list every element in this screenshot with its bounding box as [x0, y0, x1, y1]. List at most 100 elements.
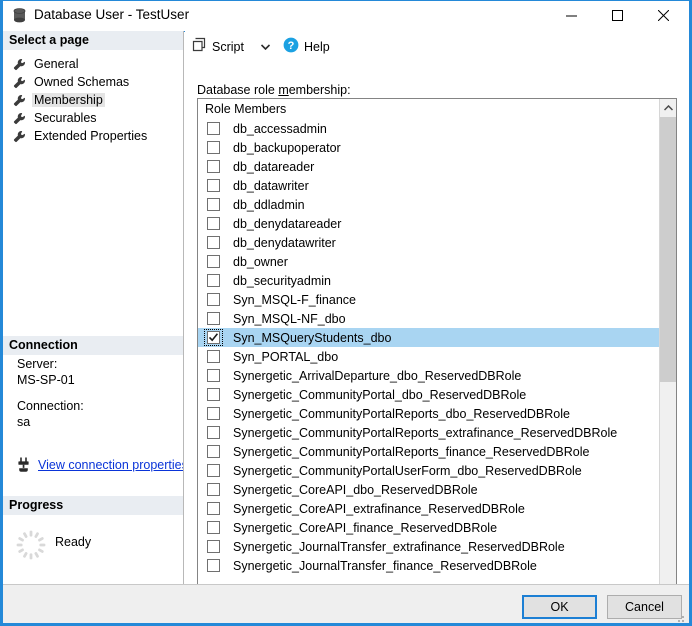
- table-row[interactable]: Syn_PORTAL_dbo: [198, 347, 660, 366]
- scrollbar-thumb[interactable]: [660, 117, 676, 382]
- sidebar: Select a page General Owned Schemas Memb…: [3, 31, 184, 584]
- wrench-icon: [13, 58, 26, 71]
- progress-status: Ready: [55, 535, 92, 549]
- list-label-suffix: embership:: [288, 83, 351, 97]
- wrench-icon: [13, 94, 26, 107]
- table-row[interactable]: Synergetic_JournalTransfer_extrafinance_…: [198, 537, 660, 556]
- table-row[interactable]: Synergetic_CommunityPortal_dbo_ReservedD…: [198, 385, 660, 404]
- role-name: Syn_MSQueryStudents_dbo: [233, 330, 392, 345]
- role-members-rows: db_accessadmin db_backupoperator db_datare…: [198, 119, 660, 603]
- role-members-listbox[interactable]: Role Members db_accessadmin db_backupoper…: [197, 98, 677, 604]
- checkbox-unchecked[interactable]: [207, 198, 220, 211]
- checkbox-unchecked[interactable]: [207, 407, 220, 420]
- checkbox-unchecked[interactable]: [207, 388, 220, 401]
- chevron-down-icon[interactable]: [257, 36, 273, 58]
- checkbox-unchecked[interactable]: [207, 521, 220, 534]
- role-members-column-header: Role Members: [198, 99, 660, 119]
- sidebar-item-owned-schemas[interactable]: Owned Schemas: [13, 73, 131, 91]
- cancel-button[interactable]: Cancel: [607, 595, 682, 619]
- checkbox-checked[interactable]: [207, 331, 220, 344]
- maximize-icon[interactable]: [594, 1, 640, 30]
- chevron-up-icon[interactable]: [660, 99, 676, 116]
- help-button[interactable]: ? Help: [280, 36, 333, 58]
- checkbox-unchecked[interactable]: [207, 502, 220, 515]
- table-row[interactable]: Synergetic_CommunityPortalReports_dbo_Re…: [198, 404, 660, 423]
- checkbox-unchecked[interactable]: [207, 540, 220, 553]
- ok-button[interactable]: OK: [522, 595, 597, 619]
- script-button[interactable]: Script: [189, 36, 247, 58]
- table-row[interactable]: Synergetic_CoreAPI_extrafinance_Reserved…: [198, 499, 660, 518]
- sidebar-item-label: General: [34, 57, 79, 71]
- table-row[interactable]: Synergetic_CommunityPortalUserForm_dbo_R…: [198, 461, 660, 480]
- resize-grip-icon[interactable]: [674, 611, 686, 623]
- list-label-accesskey: m: [278, 83, 289, 97]
- table-row[interactable]: Synergetic_CoreAPI_dbo_ReservedDBRole: [198, 480, 660, 499]
- table-row[interactable]: db_datareader: [198, 157, 660, 176]
- role-name: Syn_MSQL-F_finance: [233, 292, 356, 307]
- view-connection-properties-link[interactable]: View connection properties: [38, 458, 183, 472]
- sidebar-item-extended-properties[interactable]: Extended Properties: [13, 127, 149, 145]
- table-row[interactable]: Syn_MSQueryStudents_dbo: [198, 328, 660, 347]
- sidebar-item-general[interactable]: General: [13, 55, 80, 73]
- role-name: Synergetic_CommunityPortalReports_extraf…: [233, 425, 618, 440]
- table-row[interactable]: db_securityadmin: [198, 271, 660, 290]
- progress-header: Progress: [3, 496, 183, 515]
- checkbox-unchecked[interactable]: [207, 445, 220, 458]
- checkbox-unchecked[interactable]: [207, 483, 220, 496]
- table-row[interactable]: db_owner: [198, 252, 660, 271]
- checkbox-unchecked[interactable]: [207, 160, 220, 173]
- checkbox-unchecked[interactable]: [207, 464, 220, 477]
- server-label: Server:: [17, 357, 58, 371]
- sidebar-item-membership[interactable]: Membership: [13, 91, 105, 109]
- table-row[interactable]: Synergetic_CoreAPI_finance_ReservedDBRol…: [198, 518, 660, 537]
- table-row[interactable]: Syn_MSQL-F_finance: [198, 290, 660, 309]
- wrench-icon: [13, 76, 26, 89]
- table-row[interactable]: db_ddladmin: [198, 195, 660, 214]
- checkbox-unchecked[interactable]: [207, 274, 220, 287]
- table-row[interactable]: db_denydatawriter: [198, 233, 660, 252]
- checkbox-unchecked[interactable]: [207, 217, 220, 230]
- checkbox-unchecked[interactable]: [207, 255, 220, 268]
- minimize-icon[interactable]: [548, 1, 594, 30]
- table-row[interactable]: Synergetic_JournalTransfer_finance_Reser…: [198, 556, 660, 575]
- sidebar-item-securables[interactable]: Securables: [13, 109, 99, 127]
- checkbox-unchecked[interactable]: [207, 293, 220, 306]
- progress-panel: Ready: [3, 521, 183, 581]
- connection-label: Connection:: [17, 399, 84, 413]
- close-icon[interactable]: [640, 1, 686, 30]
- table-row[interactable]: db_backupoperator: [198, 138, 660, 157]
- checkbox-unchecked[interactable]: [207, 559, 220, 572]
- view-connection-properties-row[interactable]: View connection properties: [16, 457, 183, 472]
- role-name: db_backupoperator: [233, 140, 341, 155]
- role-name: db_denydatawriter: [233, 235, 336, 250]
- checkbox-unchecked[interactable]: [207, 179, 220, 192]
- checkbox-unchecked[interactable]: [207, 426, 220, 439]
- checkbox-unchecked[interactable]: [207, 122, 220, 135]
- role-name: db_owner: [233, 254, 288, 269]
- role-name: Synergetic_CoreAPI_finance_ReservedDBRol…: [233, 520, 498, 535]
- connection-header: Connection: [3, 336, 183, 355]
- table-row[interactable]: db_datawriter: [198, 176, 660, 195]
- role-name: db_accessadmin: [233, 121, 327, 136]
- checkbox-unchecked[interactable]: [207, 141, 220, 154]
- database-icon: [12, 8, 27, 24]
- table-row[interactable]: db_accessadmin: [198, 119, 660, 138]
- dialog-footer: OK Cancel: [3, 584, 689, 623]
- connection-value: sa: [17, 415, 31, 429]
- checkbox-unchecked[interactable]: [207, 350, 220, 363]
- table-row[interactable]: Synergetic_ArrivalDeparture_dbo_Reserved…: [198, 366, 660, 385]
- help-question-icon: ?: [283, 37, 299, 58]
- list-label-prefix: Database role: [197, 83, 279, 97]
- server-value: MS-SP-01: [17, 373, 75, 387]
- title-bar: Database User - TestUser: [3, 1, 689, 32]
- list-scrollbar[interactable]: [659, 99, 676, 603]
- wrench-icon: [13, 130, 26, 143]
- table-row[interactable]: db_denydatareader: [198, 214, 660, 233]
- checkbox-unchecked[interactable]: [207, 312, 220, 325]
- checkbox-unchecked[interactable]: [207, 236, 220, 249]
- table-row[interactable]: Synergetic_CommunityPortalReports_extraf…: [198, 423, 660, 442]
- sidebar-item-label: Membership: [32, 93, 105, 107]
- table-row[interactable]: Syn_MSQL-NF_dbo: [198, 309, 660, 328]
- table-row[interactable]: Synergetic_CommunityPortalReports_financ…: [198, 442, 660, 461]
- checkbox-unchecked[interactable]: [207, 369, 220, 382]
